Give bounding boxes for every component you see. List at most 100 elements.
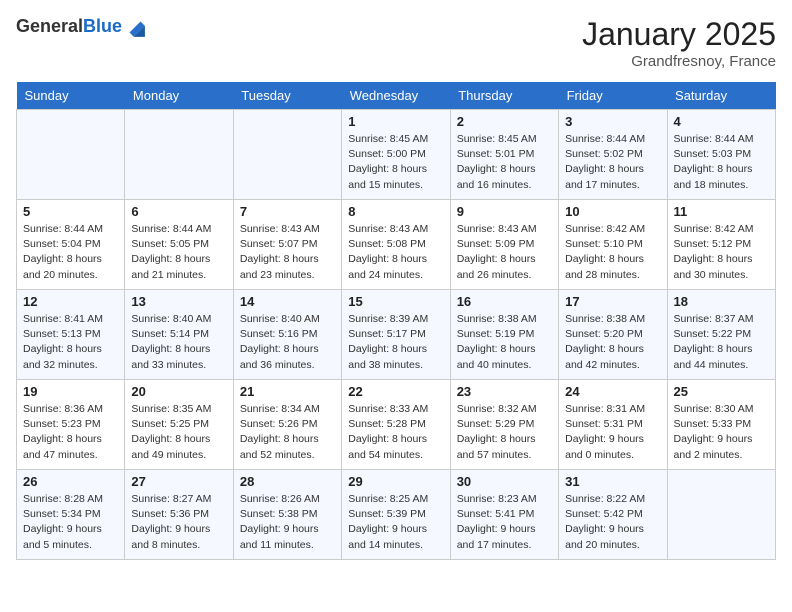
logo-blue-text: Blue xyxy=(83,16,122,36)
day-info: Sunrise: 8:32 AMSunset: 5:29 PMDaylight:… xyxy=(457,402,552,463)
day-info: Sunrise: 8:40 AMSunset: 5:14 PMDaylight:… xyxy=(131,312,226,373)
day-cell: 25 Sunrise: 8:30 AMSunset: 5:33 PMDaylig… xyxy=(667,380,775,470)
day-number: 12 xyxy=(23,294,118,309)
day-info: Sunrise: 8:44 AMSunset: 5:02 PMDaylight:… xyxy=(565,132,660,193)
day-info: Sunrise: 8:45 AMSunset: 5:00 PMDaylight:… xyxy=(348,132,443,193)
logo-general-text: General xyxy=(16,16,83,36)
title-block: January 2025 Grandfresnoy, France xyxy=(582,16,776,70)
day-info: Sunrise: 8:38 AMSunset: 5:19 PMDaylight:… xyxy=(457,312,552,373)
day-info: Sunrise: 8:37 AMSunset: 5:22 PMDaylight:… xyxy=(674,312,769,373)
day-number: 19 xyxy=(23,384,118,399)
day-cell: 10 Sunrise: 8:42 AMSunset: 5:10 PMDaylig… xyxy=(559,200,667,290)
day-number: 11 xyxy=(674,204,769,219)
day-cell: 27 Sunrise: 8:27 AMSunset: 5:36 PMDaylig… xyxy=(125,470,233,560)
day-cell: 14 Sunrise: 8:40 AMSunset: 5:16 PMDaylig… xyxy=(233,290,341,380)
day-number: 3 xyxy=(565,114,660,129)
day-cell: 6 Sunrise: 8:44 AMSunset: 5:05 PMDayligh… xyxy=(125,200,233,290)
weekday-wednesday: Wednesday xyxy=(342,82,450,110)
day-info: Sunrise: 8:25 AMSunset: 5:39 PMDaylight:… xyxy=(348,492,443,553)
day-cell xyxy=(667,470,775,560)
day-info: Sunrise: 8:22 AMSunset: 5:42 PMDaylight:… xyxy=(565,492,660,553)
day-info: Sunrise: 8:23 AMSunset: 5:41 PMDaylight:… xyxy=(457,492,552,553)
day-number: 23 xyxy=(457,384,552,399)
week-row-3: 12 Sunrise: 8:41 AMSunset: 5:13 PMDaylig… xyxy=(17,290,776,380)
weekday-thursday: Thursday xyxy=(450,82,558,110)
day-info: Sunrise: 8:42 AMSunset: 5:10 PMDaylight:… xyxy=(565,222,660,283)
day-info: Sunrise: 8:45 AMSunset: 5:01 PMDaylight:… xyxy=(457,132,552,193)
day-cell: 5 Sunrise: 8:44 AMSunset: 5:04 PMDayligh… xyxy=(17,200,125,290)
day-number: 2 xyxy=(457,114,552,129)
week-row-1: 1 Sunrise: 8:45 AMSunset: 5:00 PMDayligh… xyxy=(17,110,776,200)
day-info: Sunrise: 8:35 AMSunset: 5:25 PMDaylight:… xyxy=(131,402,226,463)
day-info: Sunrise: 8:38 AMSunset: 5:20 PMDaylight:… xyxy=(565,312,660,373)
day-number: 9 xyxy=(457,204,552,219)
day-cell: 3 Sunrise: 8:44 AMSunset: 5:02 PMDayligh… xyxy=(559,110,667,200)
weekday-tuesday: Tuesday xyxy=(233,82,341,110)
day-number: 27 xyxy=(131,474,226,489)
day-cell: 31 Sunrise: 8:22 AMSunset: 5:42 PMDaylig… xyxy=(559,470,667,560)
day-number: 18 xyxy=(674,294,769,309)
day-number: 28 xyxy=(240,474,335,489)
day-number: 14 xyxy=(240,294,335,309)
day-info: Sunrise: 8:40 AMSunset: 5:16 PMDaylight:… xyxy=(240,312,335,373)
day-cell: 20 Sunrise: 8:35 AMSunset: 5:25 PMDaylig… xyxy=(125,380,233,470)
day-cell xyxy=(233,110,341,200)
day-number: 30 xyxy=(457,474,552,489)
day-info: Sunrise: 8:44 AMSunset: 5:04 PMDaylight:… xyxy=(23,222,118,283)
day-number: 25 xyxy=(674,384,769,399)
day-cell: 17 Sunrise: 8:38 AMSunset: 5:20 PMDaylig… xyxy=(559,290,667,380)
day-info: Sunrise: 8:31 AMSunset: 5:31 PMDaylight:… xyxy=(565,402,660,463)
day-number: 5 xyxy=(23,204,118,219)
weekday-sunday: Sunday xyxy=(17,82,125,110)
day-cell: 24 Sunrise: 8:31 AMSunset: 5:31 PMDaylig… xyxy=(559,380,667,470)
day-cell: 22 Sunrise: 8:33 AMSunset: 5:28 PMDaylig… xyxy=(342,380,450,470)
day-info: Sunrise: 8:34 AMSunset: 5:26 PMDaylight:… xyxy=(240,402,335,463)
day-number: 17 xyxy=(565,294,660,309)
day-cell: 1 Sunrise: 8:45 AMSunset: 5:00 PMDayligh… xyxy=(342,110,450,200)
week-row-5: 26 Sunrise: 8:28 AMSunset: 5:34 PMDaylig… xyxy=(17,470,776,560)
day-number: 16 xyxy=(457,294,552,309)
day-cell: 30 Sunrise: 8:23 AMSunset: 5:41 PMDaylig… xyxy=(450,470,558,560)
day-number: 29 xyxy=(348,474,443,489)
day-cell: 16 Sunrise: 8:38 AMSunset: 5:19 PMDaylig… xyxy=(450,290,558,380)
day-cell xyxy=(125,110,233,200)
day-cell: 4 Sunrise: 8:44 AMSunset: 5:03 PMDayligh… xyxy=(667,110,775,200)
day-cell: 28 Sunrise: 8:26 AMSunset: 5:38 PMDaylig… xyxy=(233,470,341,560)
day-number: 7 xyxy=(240,204,335,219)
day-cell: 8 Sunrise: 8:43 AMSunset: 5:08 PMDayligh… xyxy=(342,200,450,290)
day-info: Sunrise: 8:33 AMSunset: 5:28 PMDaylight:… xyxy=(348,402,443,463)
day-number: 26 xyxy=(23,474,118,489)
day-cell: 19 Sunrise: 8:36 AMSunset: 5:23 PMDaylig… xyxy=(17,380,125,470)
day-number: 6 xyxy=(131,204,226,219)
month-title: January 2025 xyxy=(582,16,776,53)
calendar-table: SundayMondayTuesdayWednesdayThursdayFrid… xyxy=(16,82,776,560)
day-cell: 26 Sunrise: 8:28 AMSunset: 5:34 PMDaylig… xyxy=(17,470,125,560)
day-number: 22 xyxy=(348,384,443,399)
week-row-4: 19 Sunrise: 8:36 AMSunset: 5:23 PMDaylig… xyxy=(17,380,776,470)
day-cell: 21 Sunrise: 8:34 AMSunset: 5:26 PMDaylig… xyxy=(233,380,341,470)
day-number: 20 xyxy=(131,384,226,399)
day-info: Sunrise: 8:28 AMSunset: 5:34 PMDaylight:… xyxy=(23,492,118,553)
day-cell: 9 Sunrise: 8:43 AMSunset: 5:09 PMDayligh… xyxy=(450,200,558,290)
day-info: Sunrise: 8:41 AMSunset: 5:13 PMDaylight:… xyxy=(23,312,118,373)
day-cell: 12 Sunrise: 8:41 AMSunset: 5:13 PMDaylig… xyxy=(17,290,125,380)
location: Grandfresnoy, France xyxy=(582,53,776,70)
day-number: 31 xyxy=(565,474,660,489)
day-number: 13 xyxy=(131,294,226,309)
weekday-monday: Monday xyxy=(125,82,233,110)
day-info: Sunrise: 8:43 AMSunset: 5:07 PMDaylight:… xyxy=(240,222,335,283)
day-info: Sunrise: 8:43 AMSunset: 5:08 PMDaylight:… xyxy=(348,222,443,283)
day-info: Sunrise: 8:43 AMSunset: 5:09 PMDaylight:… xyxy=(457,222,552,283)
day-info: Sunrise: 8:42 AMSunset: 5:12 PMDaylight:… xyxy=(674,222,769,283)
day-number: 4 xyxy=(674,114,769,129)
day-info: Sunrise: 8:44 AMSunset: 5:05 PMDaylight:… xyxy=(131,222,226,283)
day-cell: 15 Sunrise: 8:39 AMSunset: 5:17 PMDaylig… xyxy=(342,290,450,380)
day-cell: 7 Sunrise: 8:43 AMSunset: 5:07 PMDayligh… xyxy=(233,200,341,290)
day-number: 21 xyxy=(240,384,335,399)
week-row-2: 5 Sunrise: 8:44 AMSunset: 5:04 PMDayligh… xyxy=(17,200,776,290)
calendar-body: 1 Sunrise: 8:45 AMSunset: 5:00 PMDayligh… xyxy=(17,110,776,560)
day-info: Sunrise: 8:36 AMSunset: 5:23 PMDaylight:… xyxy=(23,402,118,463)
day-cell: 2 Sunrise: 8:45 AMSunset: 5:01 PMDayligh… xyxy=(450,110,558,200)
day-number: 1 xyxy=(348,114,443,129)
day-number: 15 xyxy=(348,294,443,309)
